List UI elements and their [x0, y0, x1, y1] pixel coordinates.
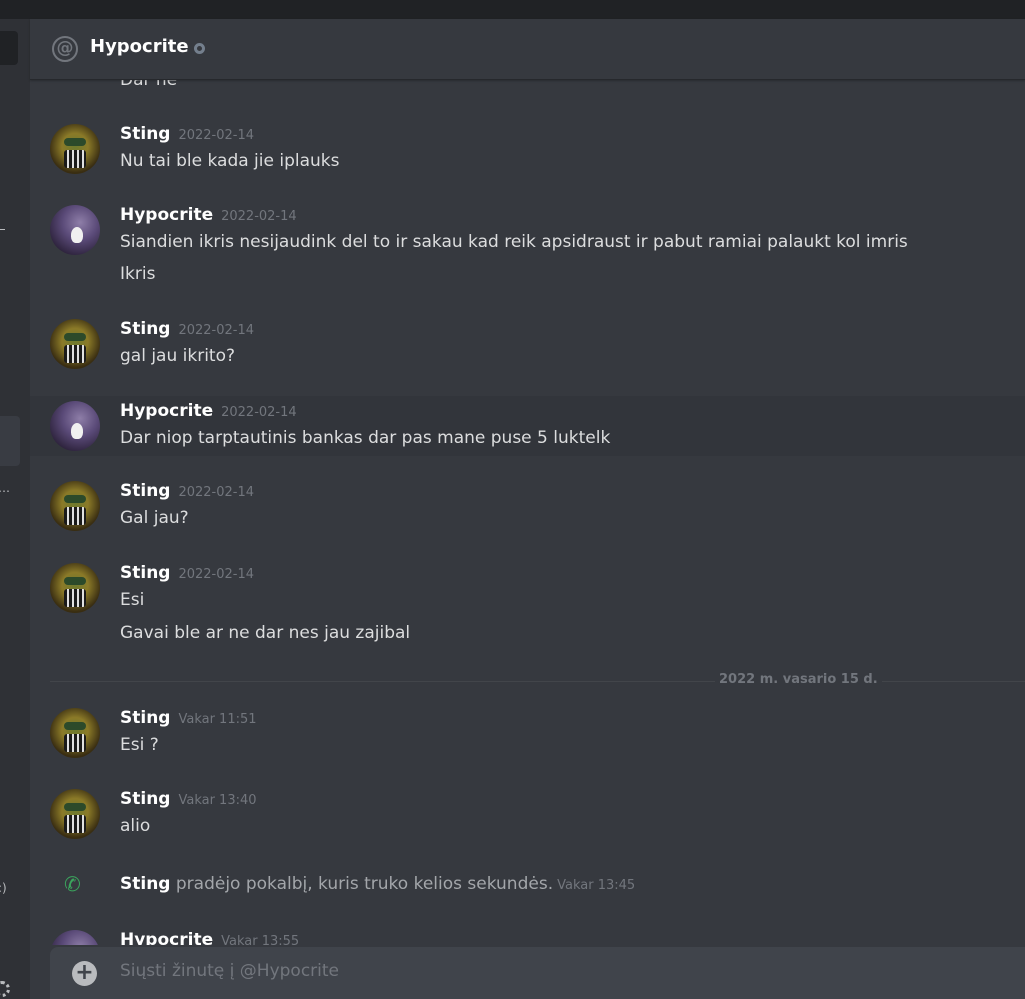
avatar[interactable]	[50, 789, 100, 839]
message-text: alio	[120, 816, 151, 836]
sidebar-truncated-text: …	[0, 481, 10, 495]
window-titlebar	[0, 0, 1025, 19]
message-author[interactable]: Sting 2022-02-14	[120, 481, 254, 501]
message-group: Hypocrite Vakar 13:55	[30, 886, 1025, 945]
message-author[interactable]: Sting Vakar 13:40	[120, 789, 257, 809]
status-offline-icon	[194, 43, 205, 54]
gear-icon[interactable]	[0, 981, 10, 997]
message-text: Siandien ikris nesijaudink del to ir sak…	[120, 232, 908, 252]
message-group: Sting Vakar 13:40 alio	[30, 745, 1025, 845]
message-text: gal jau ikrito?	[120, 346, 236, 366]
message-timestamp: 2022-02-14	[178, 485, 255, 500]
message-author[interactable]: Sting 2022-02-14	[120, 563, 254, 583]
message-timestamp: Vakar 13:55	[221, 934, 300, 945]
message-author[interactable]: Sting 2022-02-14	[120, 124, 254, 144]
message-author[interactable]: Hypocrite 2022-02-14	[120, 401, 297, 421]
message-timestamp: Vakar 13:40	[178, 793, 257, 808]
message-timestamp: 2022-02-14	[178, 323, 255, 338]
message-group: Sting 2022-02-14 Esi Gavai ble ar ne dar …	[30, 519, 1025, 649]
message-author[interactable]: Hypocrite Vakar 13:55	[120, 930, 299, 945]
message-timestamp: 2022-02-14	[221, 209, 297, 224]
message-timestamp: 2022-02-14	[178, 128, 255, 143]
message-group: Hypocrite 2022-02-14 Siandien ikris nesij…	[30, 161, 1025, 284]
message-group: Sting 2022-02-14 gal jau ikrito?	[30, 275, 1025, 375]
message-text: Gavai ble ar ne dar nes jau zajibal	[120, 623, 411, 643]
avatar[interactable]	[50, 930, 100, 945]
message-timestamp: 2022-02-14	[178, 567, 255, 582]
dm-sidebar: … :)	[0, 19, 30, 999]
avatar[interactable]	[50, 319, 100, 369]
sidebar-divider	[0, 229, 5, 230]
sidebar-search-button[interactable]	[0, 31, 18, 65]
message-text: Esi	[120, 590, 145, 610]
message-timestamp: 2022-02-14	[221, 405, 297, 420]
message-author[interactable]: Sting Vakar 11:51	[120, 708, 257, 728]
plus-circle-icon[interactable]: +	[72, 961, 97, 986]
avatar[interactable]	[50, 563, 100, 613]
sidebar-truncated-status: :)	[0, 881, 7, 895]
avatar[interactable]	[50, 205, 100, 255]
sidebar-item-active-dm[interactable]	[0, 416, 20, 466]
message-input[interactable]: Siųsti žinutę į @Hypocrite	[120, 961, 339, 981]
message-author[interactable]: Sting 2022-02-14	[120, 319, 254, 339]
message-composer[interactable]: + Siųsti žinutę į @Hypocrite	[50, 947, 1025, 999]
page-title: Hypocrite	[90, 36, 189, 57]
message-timestamp: Vakar 11:51	[178, 712, 257, 727]
message-list[interactable]: Dar ne Sting 2022-02-14 Nu tai ble kada j…	[30, 80, 1025, 945]
at-icon: @	[52, 36, 78, 62]
channel-header: @ Hypocrite	[30, 19, 1025, 80]
message-author[interactable]: Hypocrite 2022-02-14	[120, 205, 297, 225]
